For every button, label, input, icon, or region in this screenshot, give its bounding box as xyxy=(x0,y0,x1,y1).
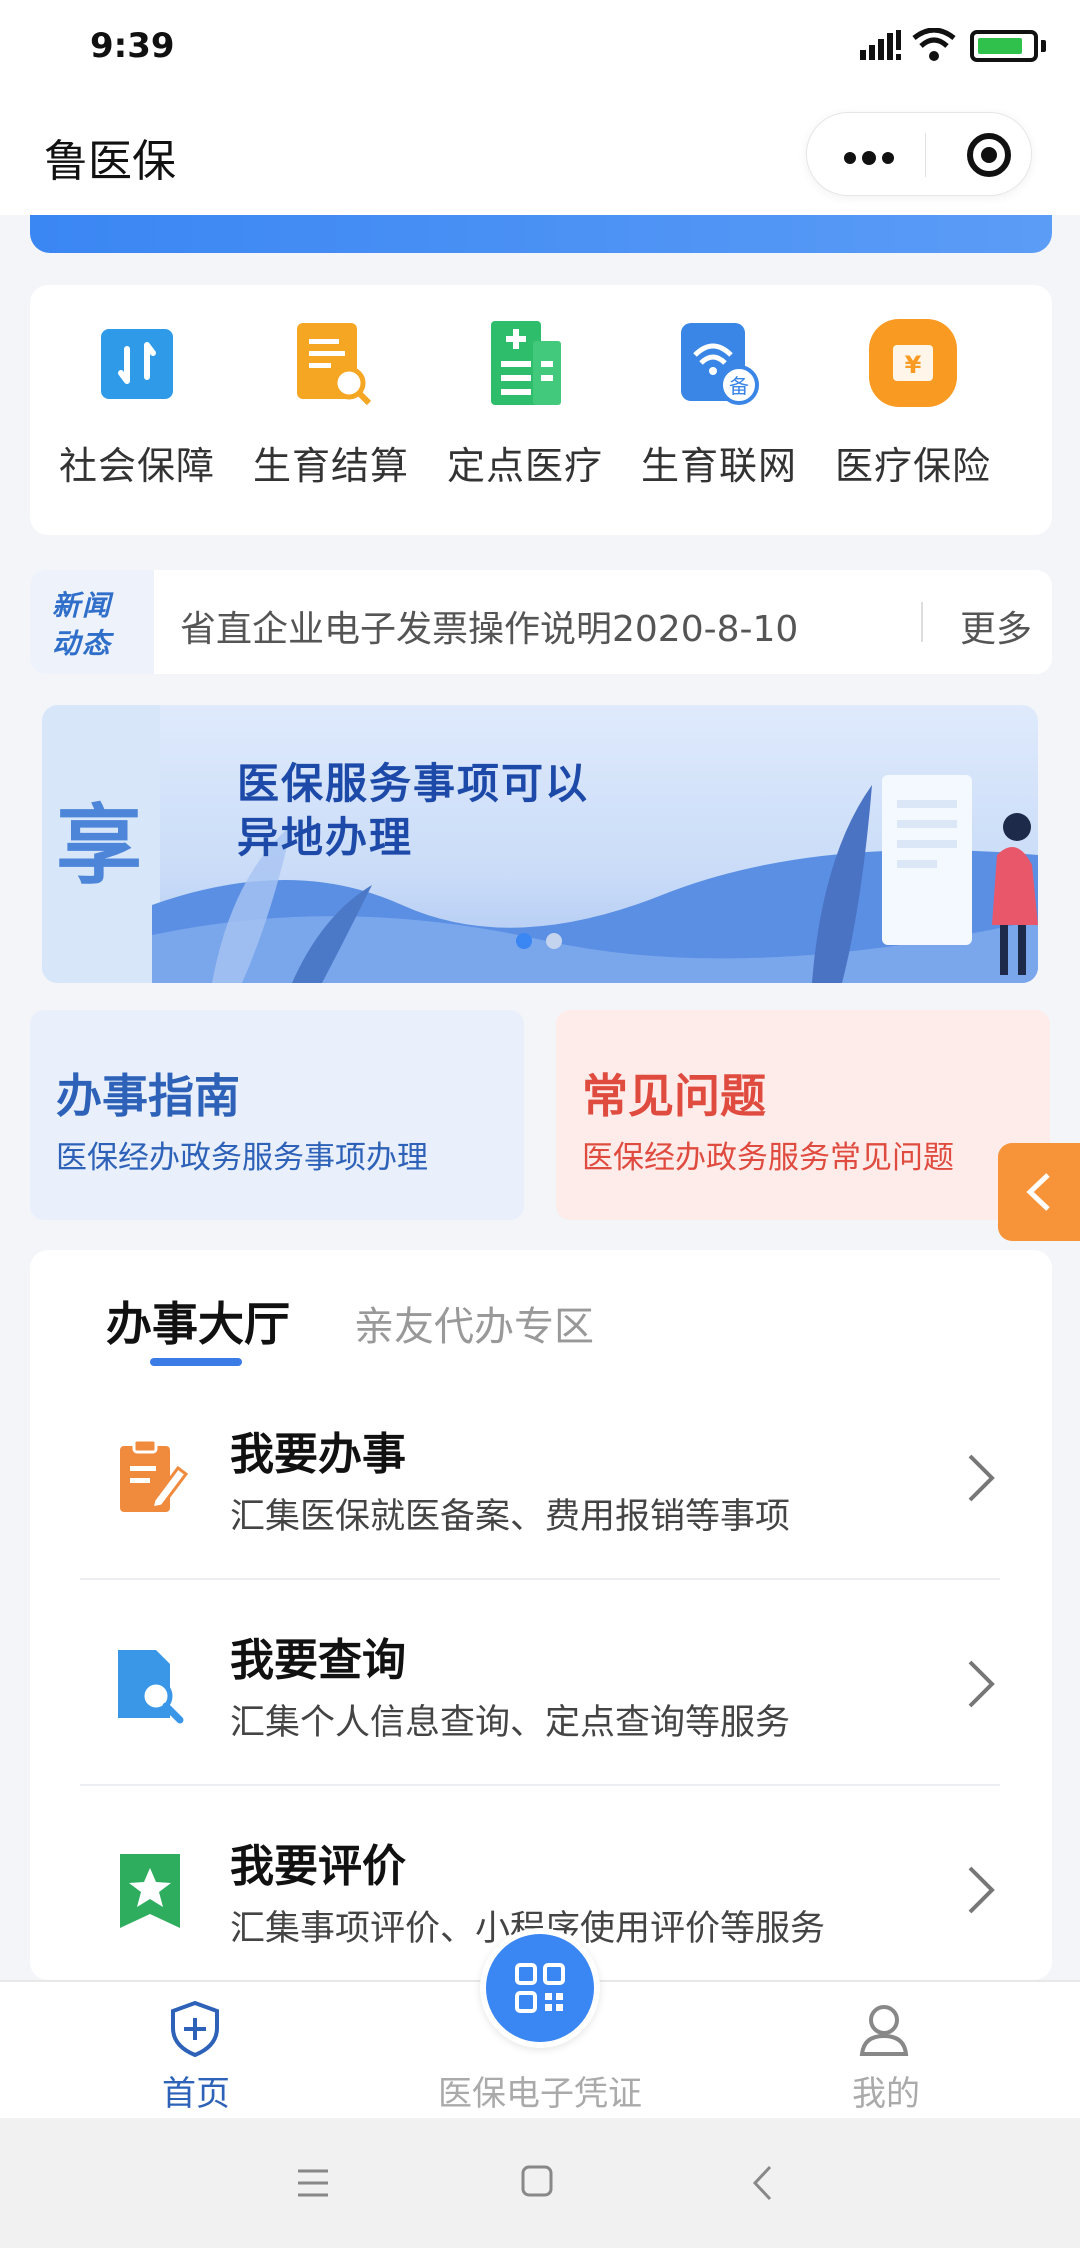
service-label: 生育结算 xyxy=(252,444,409,488)
news-tag-line1: 新闻 xyxy=(52,589,113,622)
news-tag-line2: 动态 xyxy=(52,627,113,660)
qr-code-button[interactable] xyxy=(480,1928,600,2048)
mini-program-navbar: 鲁医保 xyxy=(0,95,1080,215)
list-item[interactable]: 我要查询 汇集个人信息查询、定点查询等服务 xyxy=(80,1580,1000,1786)
side-drawer-tab[interactable] xyxy=(998,1143,1080,1241)
list-item[interactable]: 我要办事 汇集医保就医备案、费用报销等事项 xyxy=(80,1374,1000,1580)
item-title: 我要评价 xyxy=(230,1841,406,1892)
service-label: 生育联网 xyxy=(640,444,797,488)
capsule-divider xyxy=(925,133,926,177)
news-more-link[interactable]: 更多 xyxy=(960,600,1032,652)
battery-tip xyxy=(1041,40,1046,52)
app-title: 鲁医保 xyxy=(44,136,176,187)
service-medical-insurance[interactable]: ¥ 医疗保险 xyxy=(816,305,1010,505)
shield-plus-icon xyxy=(171,2000,219,2058)
tab-mine[interactable]: 我的 xyxy=(800,1982,970,2120)
designated-medical-icon xyxy=(491,321,561,405)
service-hall: 办事大厅 亲友代办专区 我要办事 汇集医保就医备案、费用报销等事项 我要查询 汇… xyxy=(30,1250,1052,1980)
item-subtitle: 汇集个人信息查询、定点查询等服务 xyxy=(230,1703,791,1743)
document-search-icon xyxy=(118,1650,184,1724)
quick-services: 社会保障 生育结算 定点医疗 备 生育联网 ¥ 医疗保险 xyxy=(30,285,1052,535)
carousel-dot[interactable] xyxy=(546,933,562,949)
chevron-right-icon xyxy=(968,1866,995,1914)
wifi-icon xyxy=(912,28,956,61)
service-birth-settlement[interactable]: 生育结算 xyxy=(234,305,428,505)
chevron-right-icon xyxy=(968,1454,995,1502)
tab-active-indicator xyxy=(150,1358,242,1366)
tab-service-hall[interactable]: 办事大厅 xyxy=(106,1288,290,1354)
birth-settlement-icon xyxy=(297,323,372,406)
qr-code-icon xyxy=(515,1963,565,2013)
faq-subtitle: 医保经办政务服务常见问题 xyxy=(582,1140,954,1176)
guide-subtitle: 医保经办政务服务事项办理 xyxy=(56,1140,428,1176)
promo-banner[interactable]: 享 医保服务事项可以 异地办理 xyxy=(42,705,1038,983)
service-birth-network[interactable]: 备 生育联网 xyxy=(622,305,816,505)
chevron-left-icon xyxy=(1026,1173,1050,1211)
faq-card[interactable]: 常见问题 医保经办政务服务常见问题 xyxy=(556,1010,1050,1220)
system-nav-bar xyxy=(0,2118,1080,2248)
top-banner-strip xyxy=(30,215,1052,253)
home-square-icon[interactable] xyxy=(520,2164,554,2198)
more-dots-icon[interactable] xyxy=(843,151,895,165)
banner-line2: 异地办理 xyxy=(237,813,414,862)
status-bar: 9:39 xyxy=(0,0,1080,95)
chevron-right-icon xyxy=(968,1660,995,1708)
back-icon[interactable] xyxy=(750,2164,774,2202)
service-label: 定点医疗 xyxy=(446,444,603,488)
news-tag: 新闻 动态 xyxy=(30,570,154,674)
clipboard-edit-icon xyxy=(120,1438,189,1512)
faq-title: 常见问题 xyxy=(582,1069,766,1123)
capsule-menu[interactable] xyxy=(806,112,1032,196)
item-subtitle: 汇集医保就医备案、费用报销等事项 xyxy=(230,1497,791,1537)
battery-icon xyxy=(970,30,1038,62)
banner-line1: 医保服务事项可以 xyxy=(237,759,590,808)
news-headline[interactable]: 省直企业电子发票操作说明2020-8-10 xyxy=(180,600,798,652)
star-bookmark-icon xyxy=(120,1854,180,1928)
menu-icon[interactable] xyxy=(296,2168,330,2198)
status-time: 9:39 xyxy=(90,26,175,66)
service-social-security[interactable]: 社会保障 xyxy=(40,305,234,505)
tab-mine-label: 我的 xyxy=(852,2074,920,2114)
signal-icon xyxy=(860,30,901,60)
tab-home[interactable]: 首页 xyxy=(110,1982,280,2120)
tab-home-label: 首页 xyxy=(162,2074,230,2114)
item-title: 我要查询 xyxy=(230,1635,406,1686)
social-security-icon xyxy=(101,329,173,399)
tab-e-voucher-label: 医保电子凭证 xyxy=(438,2074,642,2114)
service-label: 社会保障 xyxy=(58,444,215,488)
guide-title: 办事指南 xyxy=(56,1069,240,1123)
service-label: 医疗保险 xyxy=(834,444,991,488)
svg-text:¥: ¥ xyxy=(905,351,922,379)
item-title: 我要办事 xyxy=(230,1429,406,1480)
guide-card[interactable]: 办事指南 医保经办政务服务事项办理 xyxy=(30,1010,524,1220)
user-icon xyxy=(859,2005,909,2056)
birth-network-icon: 备 xyxy=(681,323,759,405)
close-program-icon[interactable] xyxy=(967,133,1011,177)
carousel-dot-active[interactable] xyxy=(516,933,532,949)
banner-headline: 医保服务事项可以 异地办理 xyxy=(237,757,589,865)
service-designated-medical[interactable]: 定点医疗 xyxy=(428,305,622,505)
news-divider xyxy=(921,602,923,642)
medical-insurance-icon: ¥ xyxy=(869,319,957,407)
tab-proxy-zone[interactable]: 亲友代办专区 xyxy=(354,1294,594,1352)
news-ticker[interactable]: 新闻 动态 省直企业电子发票操作说明2020-8-10 更多 xyxy=(30,570,1052,674)
svg-text:备: 备 xyxy=(729,374,749,398)
